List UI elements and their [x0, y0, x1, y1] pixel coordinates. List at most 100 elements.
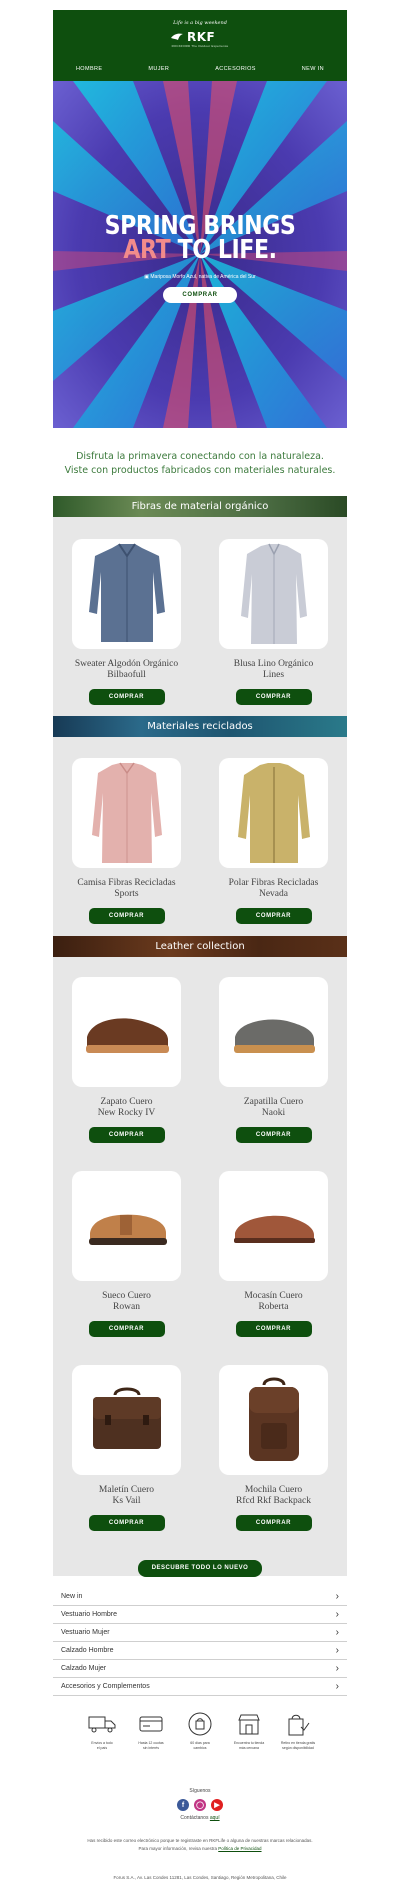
product-name[interactable]: Sweater Algodón Orgánico Bilbaofull [72, 659, 181, 683]
menu-item-new-in[interactable]: New in › [53, 1588, 347, 1606]
product-card[interactable]: Blusa Lino Orgánico Lines COMPRAR [219, 539, 328, 705]
hero-shop-button[interactable]: COMPRAR [163, 287, 237, 303]
menu-item-vestuario-hombre[interactable]: Vestuario Hombre › [53, 1606, 347, 1624]
brand-name: RKF [187, 30, 216, 44]
category-menu: New in › Vestuario Hombre › Vestuario Muje… [53, 1588, 347, 1696]
product-card[interactable]: Maletín Cuero Ks Vail COMPRAR [72, 1365, 181, 1531]
email-header: Life is a big weekend RKF ROCKFORD The O… [53, 10, 347, 81]
section-banner-organic[interactable]: Fibras de material orgánico [53, 496, 347, 517]
product-name[interactable]: Zapatilla Cuero Naoki [219, 1097, 328, 1121]
product-card[interactable]: Zapatilla Cuero Naoki COMPRAR [219, 977, 328, 1143]
facebook-icon[interactable]: f [177, 1799, 189, 1811]
store-icon [238, 1714, 260, 1735]
contact-text: Contáctanos aquí [180, 1815, 220, 1821]
follow-label: Síguenos [189, 1788, 211, 1794]
product-image-clog[interactable] [72, 1171, 181, 1281]
legal-line2: Para mayor información, revisa nuestra P… [138, 1846, 262, 1851]
buy-button[interactable]: COMPRAR [88, 1127, 165, 1143]
hero-banner[interactable]: SPRING BRINGS ART TO LIFE. ▣ Mariposa Mo… [53, 81, 347, 428]
product-card[interactable]: Sweater Algodón Orgánico Bilbaofull COMPR… [72, 539, 181, 705]
buy-button[interactable]: COMPRAR [88, 689, 165, 705]
product-card[interactable]: Mocasín Cuero Roberta COMPRAR [219, 1171, 328, 1337]
benefits-row: Envíos a todo el país Hasta 12 cuotas sin … [53, 1710, 347, 1750]
chevron-right-icon: › [335, 1627, 339, 1638]
product-row: Sweater Algodón Orgánico Bilbaofull COMPR… [53, 539, 347, 705]
section-title-organic: Fibras de material orgánico [131, 501, 269, 512]
credit-card-icon [139, 1716, 163, 1732]
benefit-installments: Hasta 12 cuotas sin interés [132, 1710, 170, 1750]
hero-title-line2: ART TO LIFE. [75, 235, 325, 265]
menu-item-calzado-hombre[interactable]: Calzado Hombre › [53, 1642, 347, 1660]
menu-item-accesorios[interactable]: Accesorios y Complementos › [53, 1678, 347, 1696]
menu-item-calzado-mujer[interactable]: Calzado Mujer › [53, 1660, 347, 1678]
hero-title: SPRING BRINGS ART TO LIFE. [75, 213, 325, 265]
privacy-policy-link[interactable]: Política de Privacidad [218, 1846, 261, 1851]
product-image-briefcase[interactable] [72, 1365, 181, 1475]
youtube-icon[interactable]: ▶ [211, 1799, 223, 1811]
product-row: Zapato Cuero New Rocky IV COMPRAR Zapatil… [53, 977, 347, 1143]
product-name[interactable]: Camisa Fibras Recicladas Sports [72, 878, 181, 902]
product-image-shirt[interactable] [72, 758, 181, 868]
product-image-fleece[interactable] [219, 758, 328, 868]
contact-link[interactable]: aquí [210, 1815, 220, 1821]
camera-icon: ▣ [144, 274, 149, 280]
hero-credit-text: Mariposa Morfo Azul, nativa de América d… [150, 274, 256, 280]
buy-button[interactable]: COMPRAR [88, 1515, 165, 1531]
buy-button[interactable]: COMPRAR [235, 908, 312, 924]
brand-subtitle: ROCKFORD The Outdoor Experience [171, 44, 229, 48]
section-banner-recycled[interactable]: Materiales reciclados [53, 716, 347, 737]
product-card[interactable]: Polar Fibras Recicladas Nevada COMPRAR [219, 758, 328, 924]
menu-item-vestuario-mujer[interactable]: Vestuario Mujer › [53, 1624, 347, 1642]
benefit-returns: 60 días para cambios [181, 1710, 219, 1750]
product-card[interactable]: Camisa Fibras Recicladas Sports COMPRAR [72, 758, 181, 924]
product-name[interactable]: Mocasín Cuero Roberta [219, 1291, 328, 1315]
product-image-backpack[interactable] [219, 1365, 328, 1475]
brand-logo[interactable]: RKF [170, 30, 215, 44]
intro-line2: Viste con productos fabricados con mater… [64, 465, 336, 476]
hero-title-art: ART [123, 235, 171, 265]
buy-button[interactable]: COMPRAR [235, 1321, 312, 1337]
product-image-moccasin[interactable] [219, 1171, 328, 1281]
product-image-boat-shoe[interactable] [72, 977, 181, 1087]
product-image-blouse[interactable] [219, 539, 328, 649]
buy-button[interactable]: COMPRAR [88, 1321, 165, 1337]
chevron-right-icon: › [335, 1609, 339, 1620]
section-organic: Sweater Algodón Orgánico Bilbaofull COMPR… [53, 517, 347, 716]
nav-mujer[interactable]: MUJER [148, 66, 169, 72]
pickup-bag-icon [288, 1714, 310, 1736]
chevron-right-icon: › [335, 1645, 339, 1656]
intro-text: Disfruta la primavera conectando con la … [53, 428, 347, 496]
product-name[interactable]: Sueco Cuero Rowan [72, 1291, 181, 1315]
product-card[interactable]: Sueco Cuero Rowan COMPRAR [72, 1171, 181, 1337]
product-name[interactable]: Blusa Lino Orgánico Lines [219, 659, 328, 683]
benefit-shipping: Envíos a todo el país [83, 1710, 121, 1750]
section-banner-leather[interactable]: Leather collection [53, 936, 347, 957]
nav-new-in[interactable]: NEW IN [302, 66, 324, 72]
buy-button[interactable]: COMPRAR [235, 1127, 312, 1143]
chevron-right-icon: › [335, 1681, 339, 1692]
company-address: Forus S.A., Av. Las Condes 11281, Las Co… [113, 1875, 287, 1880]
social-links: f ◯ ▶ [53, 1799, 347, 1811]
product-row: Maletín Cuero Ks Vail COMPRAR Mochila Cue… [53, 1365, 347, 1531]
product-name[interactable]: Mochila Cuero Rfcd Rkf Backpack [219, 1485, 328, 1509]
product-card[interactable]: Mochila Cuero Rfcd Rkf Backpack COMPRAR [219, 1365, 328, 1531]
product-name[interactable]: Polar Fibras Recicladas Nevada [219, 878, 328, 902]
nav-accesorios[interactable]: ACCESORIOS [215, 66, 256, 72]
email-body: Life is a big weekend RKF ROCKFORD The O… [53, 10, 347, 1880]
section-title-leather: Leather collection [155, 941, 245, 952]
product-name[interactable]: Maletín Cuero Ks Vail [72, 1485, 181, 1509]
instagram-icon[interactable]: ◯ [194, 1799, 206, 1811]
product-image-sweater[interactable] [72, 539, 181, 649]
nav-hombre[interactable]: HOMBRE [76, 66, 103, 72]
product-name[interactable]: Zapato Cuero New Rocky IV [72, 1097, 181, 1121]
product-card[interactable]: Zapato Cuero New Rocky IV COMPRAR [72, 977, 181, 1143]
buy-button[interactable]: COMPRAR [88, 908, 165, 924]
section-recycled: Camisa Fibras Recicladas Sports COMPRAR P… [53, 737, 347, 936]
buy-button[interactable]: COMPRAR [235, 1515, 312, 1531]
discover-all-button[interactable]: DESCUBRE TODO LO NUEVO [138, 1560, 262, 1577]
product-image-sneaker[interactable] [219, 977, 328, 1087]
legal-text: Has recibido este correo electrónico por… [53, 1837, 347, 1853]
intro-line1: Disfruta la primavera conectando con la … [76, 451, 324, 462]
hero-title-rest: TO LIFE. [170, 235, 277, 265]
buy-button[interactable]: COMPRAR [235, 689, 312, 705]
